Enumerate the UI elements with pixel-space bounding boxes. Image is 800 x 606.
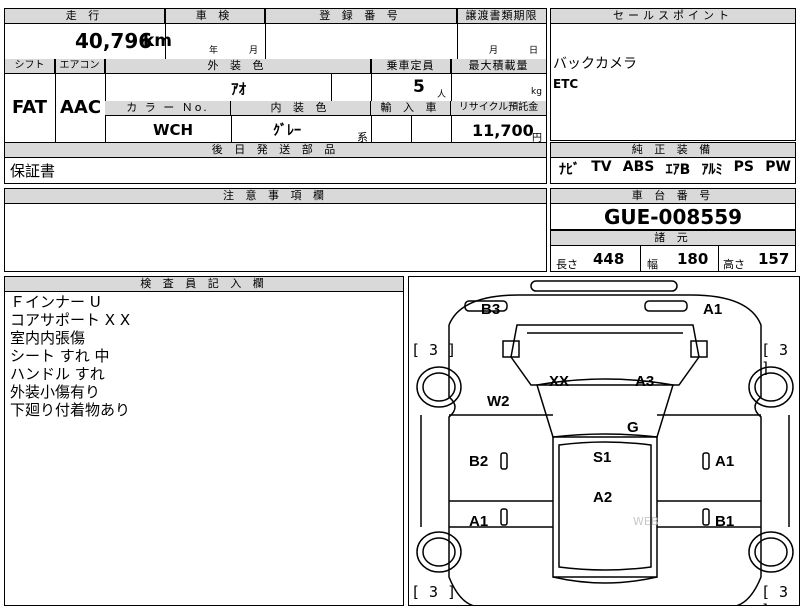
exterior-color-value: ｱｵ: [231, 80, 247, 98]
transfer-day-unit: 日: [529, 46, 539, 56]
height-value: 157: [758, 250, 790, 268]
equipment-item: TV: [591, 159, 612, 175]
damage-label-a1-right: A1: [715, 453, 735, 470]
notes-label: 注 意 事 項 欄: [5, 189, 546, 204]
tire-bracket-front-left: [ 3 ]: [411, 341, 457, 359]
equipment-item: ﾅﾋﾞ: [559, 162, 580, 178]
recycle-label: リサイクル預託金: [451, 101, 546, 116]
height-label: 高さ: [723, 258, 745, 271]
damage-label-b2: B2: [469, 453, 489, 470]
delivery-parts-box: 後 日 発 送 部 品 保証書: [4, 142, 547, 184]
equipment-item: PS: [733, 159, 755, 175]
equipment-box: 純 正 装 備 ﾅﾋﾞ TV ABS ｴｱB ｱﾙﾐ PS PW: [550, 142, 796, 184]
car-outline-diagram: [416, 280, 794, 605]
load-unit: kg: [531, 87, 542, 97]
tire-bracket-front-right: [ 3 ]: [761, 341, 789, 377]
tire-bracket-rear-right: [ 3 ]: [761, 583, 789, 605]
sales-point-label: セールスポイント: [551, 9, 795, 24]
transfer-month-unit: 月: [489, 46, 499, 56]
shift-value: FAT: [12, 97, 48, 118]
inspector-note-line: コアサポート X X: [10, 311, 131, 329]
length-value: 448: [593, 250, 625, 268]
inspector-note-line: シート すれ 中: [10, 347, 110, 365]
capacity-value: 5: [413, 77, 425, 97]
inspector-note-line: 下廻り付着物あり: [10, 401, 131, 419]
capacity-label: 乗車定員: [371, 59, 451, 74]
chassis-label: 車 台 番 号: [551, 189, 795, 204]
delivery-parts-label: 後 日 発 送 部 品: [5, 143, 546, 158]
damage-label-xx: XX: [549, 373, 570, 390]
length-label: 長さ: [556, 258, 578, 271]
damage-label-b1: B1: [715, 513, 735, 530]
shaken-year-unit: 年: [209, 46, 219, 56]
color-no-label: カ ラ ー Ｎo.: [105, 101, 231, 116]
transfer-deadline-label: 譲渡書類期限: [457, 9, 546, 24]
max-load-label: 最大積載量: [451, 59, 546, 74]
notes-box: 注 意 事 項 欄: [4, 188, 547, 272]
car-diagram-box: [ 3 ] [ 3 ] [ 3 ] [ 3 ] B3 A1 XX A3 W2 G…: [408, 276, 800, 606]
equipment-label: 純 正 装 備: [551, 143, 795, 158]
mileage-unit: km: [143, 31, 173, 51]
width-label: 幅: [647, 258, 658, 271]
tire-bracket-rear-left: [ 3 ]: [411, 583, 457, 601]
mileage-label: 走 行: [5, 9, 165, 24]
inspector-note-line: 外装小傷有り: [10, 383, 101, 401]
chassis-box: 車 台 番 号 GUE-008559: [550, 188, 796, 230]
damage-label-g: G: [627, 419, 639, 436]
recycle-value: 11,700: [472, 121, 534, 140]
interior-color-value: ｸﾞﾚｰ: [273, 123, 301, 139]
shaken-month-unit: 月: [249, 46, 259, 56]
aircon-label: エアコン: [55, 59, 105, 74]
damage-label-a1-left: A1: [469, 513, 489, 530]
registration-label: 登 録 番 号: [265, 9, 457, 24]
watermark: WEB: [633, 515, 659, 528]
equipment-item: ABS: [622, 159, 655, 175]
damage-label-a2: A2: [593, 489, 613, 506]
shaken-label: 車 検: [165, 9, 265, 24]
mileage-value: 40,796: [75, 29, 153, 53]
shift-label: シフト: [5, 59, 55, 74]
inspector-note-line: ハンドル すれ: [10, 365, 105, 383]
import-label: 輸 入 車: [371, 101, 451, 116]
delivery-parts-value: 保証書: [10, 162, 56, 180]
specs-label: 諸 元: [551, 231, 795, 246]
interior-color-label: 内 装 色: [231, 101, 371, 116]
inspector-notes-label: 検 査 員 記 入 欄: [5, 277, 403, 292]
chassis-number: GUE-008559: [603, 205, 743, 229]
damage-label-s1: S1: [593, 449, 612, 466]
capacity-unit: 人: [437, 90, 447, 100]
inspector-note-line: Ｆインナー U: [10, 293, 101, 311]
damage-label-w2: W2: [487, 393, 510, 410]
equipment-item: ｴｱB: [665, 162, 691, 178]
color-no-value: WCH: [153, 121, 194, 139]
inspector-notes-box: 検 査 員 記 入 欄 Ｆインナー U コアサポート X X 室内内張傷 シート…: [4, 276, 404, 606]
sales-point-line-1: バックカメラ: [553, 56, 637, 72]
sales-point-box: セールスポイント バックカメラ ETC: [550, 8, 796, 141]
vehicle-info-table: 走 行 車 検 登 録 番 号 譲渡書類期限 40,796 km 年 月 月 日…: [4, 8, 547, 144]
inspector-note-line: 室内内張傷: [10, 329, 86, 347]
damage-label-a1-front: A1: [703, 301, 723, 318]
aircon-value: AAC: [60, 97, 102, 118]
damage-label-b3: B3: [481, 301, 501, 318]
damage-label-a3: A3: [635, 373, 655, 390]
exterior-color-label: 外 装 色: [105, 59, 371, 74]
equipment-item: PW: [765, 159, 791, 175]
equipment-item: ｱﾙﾐ: [701, 162, 723, 178]
specs-box: 諸 元 長さ 448 幅 180 高さ 157: [550, 230, 796, 272]
width-value: 180: [677, 250, 709, 268]
sales-point-line-2: ETC: [553, 77, 579, 91]
